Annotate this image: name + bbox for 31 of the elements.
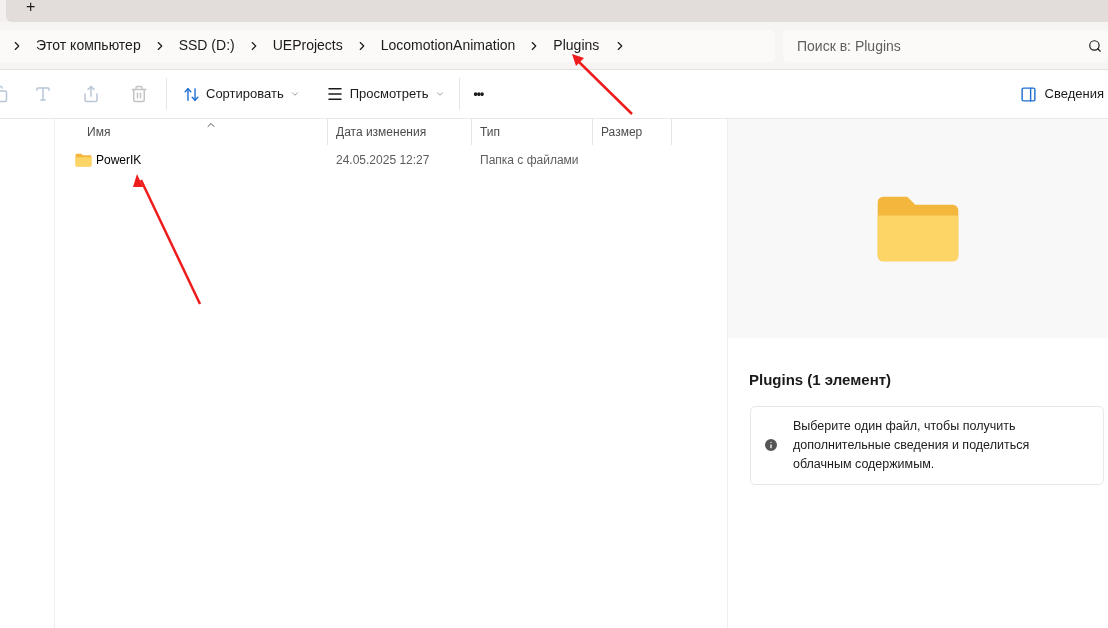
- breadcrumb-item[interactable]: Этот компьютер: [34, 35, 143, 56]
- column-header[interactable]: Тип: [472, 119, 593, 145]
- table-cell-text: 24.05.2025 12:27: [335, 152, 431, 169]
- info-text: Выберите один файл, чтобы получить дополнительные сведения и поделиться облачным содержимым.: [793, 417, 1031, 473]
- breadcrumb-item[interactable]: UEProjects: [270, 35, 345, 56]
- more-button[interactable]: •••: [473, 85, 484, 103]
- info-icon: [763, 437, 779, 453]
- view-button[interactable]: Просмотреть: [325, 84, 445, 104]
- folder-icon: [75, 153, 92, 167]
- file-name[interactable]: PowerIK: [96, 151, 142, 169]
- column-header[interactable]: Размер: [593, 119, 672, 145]
- caret-icon: [289, 89, 300, 99]
- sort-icon: [183, 85, 200, 103]
- details-button[interactable]: Сведения: [1019, 84, 1104, 104]
- breadcrumb-item[interactable]: LocomotionAnimation: [378, 35, 518, 56]
- sort-button[interactable]: Сортировать: [183, 84, 300, 104]
- table-cell-text: Папка с файлами: [479, 152, 580, 169]
- breadcrumb-item[interactable]: SSD (D:): [176, 35, 237, 56]
- search-field[interactable]: Поиск в: Plugins: [783, 29, 1108, 62]
- share-icon[interactable]: [82, 85, 100, 103]
- caret-icon: [434, 89, 445, 99]
- details-pane-icon: [1019, 85, 1037, 103]
- breadcrumb-item[interactable]: Plugins: [551, 35, 602, 56]
- search-icon: [1088, 38, 1102, 53]
- delete-icon[interactable]: [130, 85, 148, 103]
- column-header[interactable]: Имя: [55, 119, 328, 145]
- rename-icon[interactable]: [34, 85, 52, 103]
- new-tab-button[interactable]: +: [26, 0, 36, 14]
- details-title: Plugins (1 элемент): [749, 370, 893, 390]
- column-header[interactable]: Дата изменения: [328, 119, 472, 145]
- view-icon: [325, 85, 344, 103]
